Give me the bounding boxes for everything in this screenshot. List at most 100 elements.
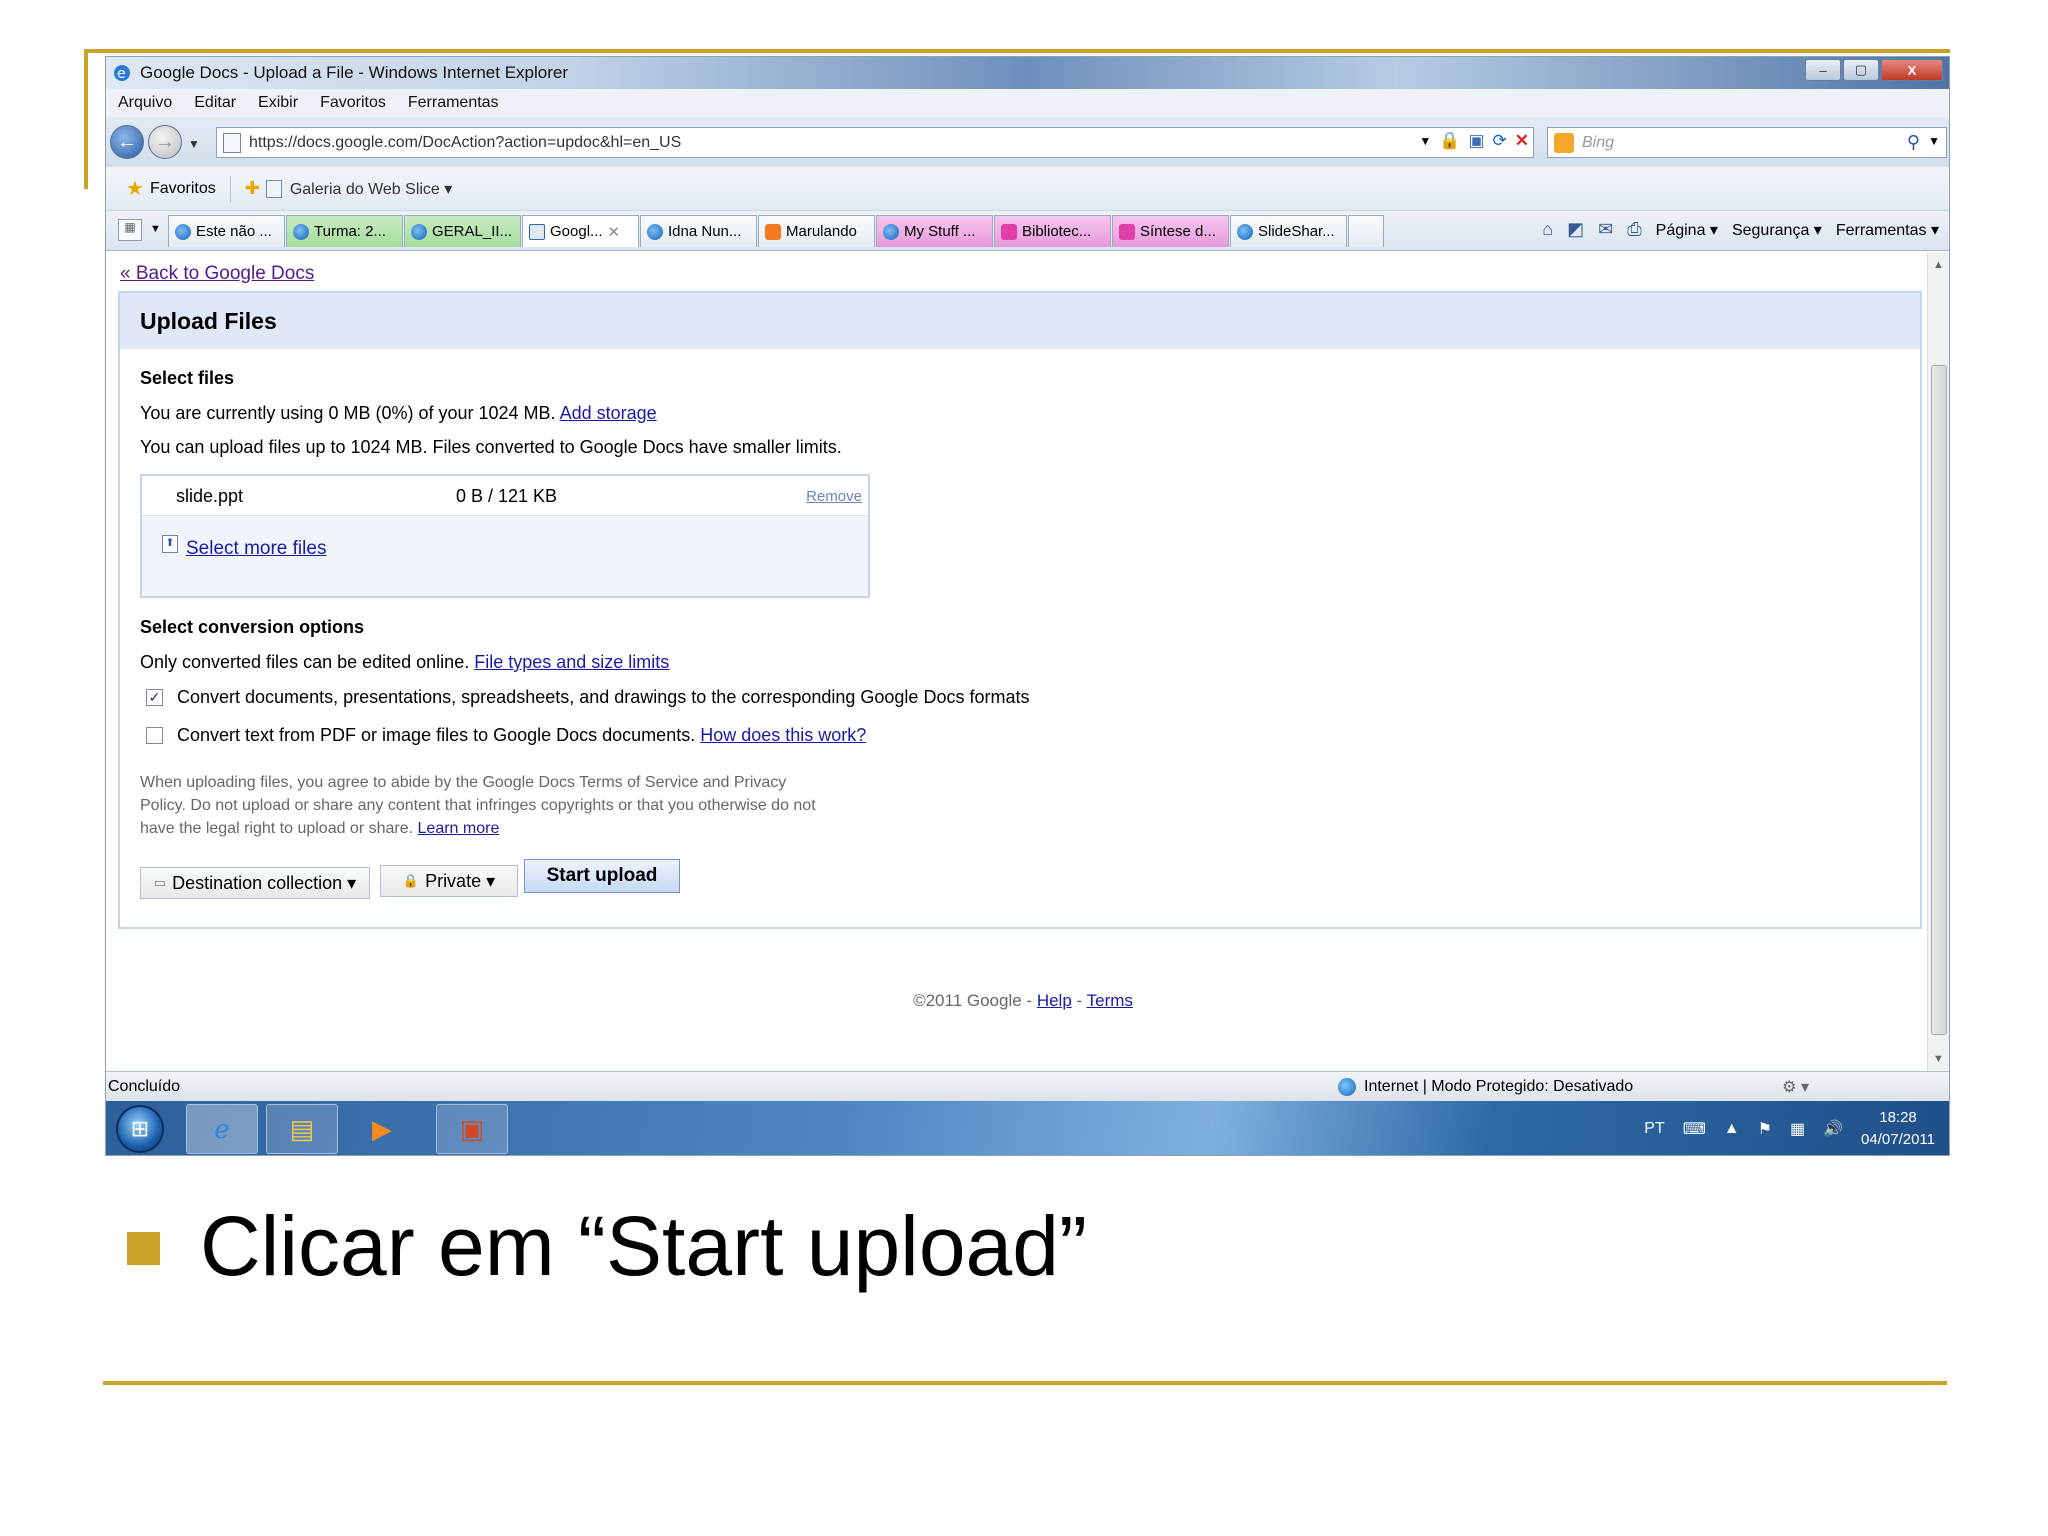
tools-menu[interactable]: Ferramentas ▾ [1836,220,1939,240]
privacy-button[interactable]: 🔒 Private ▾ [380,865,518,897]
tab-label: Síntese d... [1140,223,1216,240]
convert-pdf-option: Convert text from PDF or image files to … [146,725,866,746]
status-bar: Concluído Internet | Modo Protegido: Des… [106,1071,1949,1101]
history-dropdown-icon[interactable]: ▼ [188,137,200,151]
vertical-scrollbar[interactable]: ▲ ▼ [1927,253,1949,1071]
quick-tabs-icon[interactable]: ▦ [118,219,142,241]
tab-este-nao[interactable]: Este não ... [168,215,285,247]
tab-geral[interactable]: GERAL_II... [404,215,521,247]
taskbar-powerpoint-button[interactable]: ▣ [436,1104,508,1154]
search-placeholder: Bing [1582,133,1615,151]
folder-icon: ▤ [289,1113,315,1144]
stop-icon[interactable]: ✕ [1515,131,1529,151]
ie-icon [647,223,663,240]
slide-icon [1119,223,1135,240]
close-button[interactable]: X [1881,59,1943,81]
volume-icon[interactable]: 🔊 [1823,1119,1843,1139]
svg-text:e: e [117,66,126,82]
tab-slideshare[interactable]: SlideShar... [1230,215,1347,247]
convert-docs-checkbox[interactable]: ✓ [146,689,163,706]
tab-marulando[interactable]: Marulando [758,215,875,247]
tab-idna[interactable]: Idna Nun... [640,215,757,247]
add-favorite-icon[interactable]: ✚ [245,178,260,199]
start-upload-button[interactable]: Start upload [524,859,680,893]
scroll-up-icon[interactable]: ▲ [1933,259,1944,271]
action-center-flag-icon[interactable]: ⚑ [1758,1119,1772,1139]
forward-button[interactable]: → [148,125,182,159]
file-types-link[interactable]: File types and size limits [474,652,669,672]
menu-editar[interactable]: Editar [194,94,236,112]
help-link[interactable]: Help [1037,991,1072,1010]
limit-text: You can upload files up to 1024 MB. File… [140,437,842,457]
how-does-this-work-link[interactable]: How does this work? [700,725,866,746]
back-to-docs-link[interactable]: « Back to Google Docs [120,263,314,285]
bing-icon [1554,132,1574,153]
terms-link[interactable]: Terms [1087,991,1133,1010]
window-title: Google Docs - Upload a File - Windows In… [140,63,569,82]
tab-label: Idna Nun... [668,223,742,240]
mail-icon[interactable]: ✉ [1598,219,1613,240]
security-zone[interactable]: Internet | Modo Protegido: Desativado [1338,1078,1633,1096]
tray-expand-icon[interactable]: ▲ [1724,1120,1740,1138]
command-bar: ⌂ ◩ ✉ ⎙ Página ▾ Segurança ▾ Ferramentas… [1542,219,1939,240]
menu-favoritos[interactable]: Favoritos [320,94,386,112]
new-tab-button[interactable] [1348,215,1384,247]
page-menu[interactable]: Página ▾ [1656,220,1718,240]
favorites-bar: ★ Favoritos ✚ Galeria do Web Slice ▾ [106,167,1949,211]
upload-panel: Upload Files Select files You are curren… [118,291,1922,929]
zoom-icon[interactable]: ⚙ ▾ [1782,1077,1809,1097]
tab-sintese[interactable]: Síntese d... [1112,215,1229,247]
add-storage-link[interactable]: Add storage [560,403,657,423]
tab-my-stuff[interactable]: My Stuff ... [876,215,993,247]
scroll-down-icon[interactable]: ▼ [1933,1053,1944,1065]
tab-list-dropdown-icon[interactable]: ▼ [150,223,161,235]
search-box[interactable]: Bing ⚲ ▼ [1547,127,1947,158]
clock[interactable]: 18:28 04/07/2011 [1861,1107,1935,1151]
ie-logo-icon: e [114,65,130,82]
keyboard-icon[interactable]: ⌨ [1683,1119,1706,1139]
web-slice-gallery-link[interactable]: Galeria do Web Slice ▾ [290,179,452,199]
tab-google-docs[interactable]: Googl... ✕ [522,215,639,247]
tab-close-icon[interactable]: ✕ [608,223,621,241]
maximize-button[interactable]: ▢ [1843,59,1879,81]
minimize-button[interactable]: – [1805,59,1841,81]
back-button[interactable]: ← [110,125,144,159]
tab-biblioteca[interactable]: Bibliotec... [994,215,1111,247]
select-more-files-link[interactable]: Select more files [186,538,326,560]
menu-ferramentas[interactable]: Ferramentas [408,94,499,112]
menu-exibir[interactable]: Exibir [258,94,298,112]
security-menu[interactable]: Segurança ▾ [1732,220,1822,240]
print-icon[interactable]: ⎙ [1627,219,1641,240]
learn-more-link[interactable]: Learn more [418,820,500,837]
address-tools: ▼ 🔒 ▣ ⟳ ✕ [1419,131,1529,151]
scroll-thumb[interactable] [1931,365,1947,1035]
address-bar[interactable]: https://docs.google.com/DocAction?action… [216,127,1534,158]
start-button[interactable]: ⊞ [116,1105,164,1153]
taskbar-ie-button[interactable]: ℯ [186,1104,258,1154]
feeds-icon[interactable]: ◩ [1567,219,1584,240]
destination-collection-button[interactable]: ▭ Destination collection ▾ [140,867,370,899]
language-indicator[interactable]: PT [1644,1120,1664,1138]
favorites-button[interactable]: Favoritos [150,180,216,198]
home-icon[interactable]: ⌂ [1542,219,1553,240]
convert-pdf-checkbox[interactable] [146,727,163,744]
search-dropdown-icon[interactable]: ▼ [1928,134,1940,148]
media-player-icon: ▶ [372,1113,392,1144]
remove-file-link[interactable]: Remove [806,488,862,505]
tab-turma[interactable]: Turma: 2... [286,215,403,247]
file-row: slide.ppt 0 B / 121 KB Remove [142,476,868,516]
system-tray: PT ⌨ ▲ ⚑ ▦ 🔊 18:28 04/07/2011 [1644,1107,1935,1151]
address-dropdown-icon[interactable]: ▼ [1419,134,1431,148]
tab-strip: Este não ... Turma: 2... GERAL_II... Goo… [168,215,1385,247]
refresh-icon[interactable]: ⟳ [1493,131,1507,151]
tab-label: Bibliotec... [1022,223,1092,240]
compatibility-icon[interactable]: ▣ [1468,131,1484,151]
taskbar-media-button[interactable]: ▶ [346,1104,418,1154]
menu-arquivo[interactable]: Arquivo [118,94,172,112]
network-icon[interactable]: ▦ [1790,1119,1805,1139]
lock-icon[interactable]: 🔒 [1439,131,1460,151]
web-slice-icon [265,179,282,198]
taskbar-explorer-button[interactable]: ▤ [266,1104,338,1154]
search-icon[interactable]: ⚲ [1907,132,1920,153]
window-controls: – ▢ X [1805,59,1943,81]
